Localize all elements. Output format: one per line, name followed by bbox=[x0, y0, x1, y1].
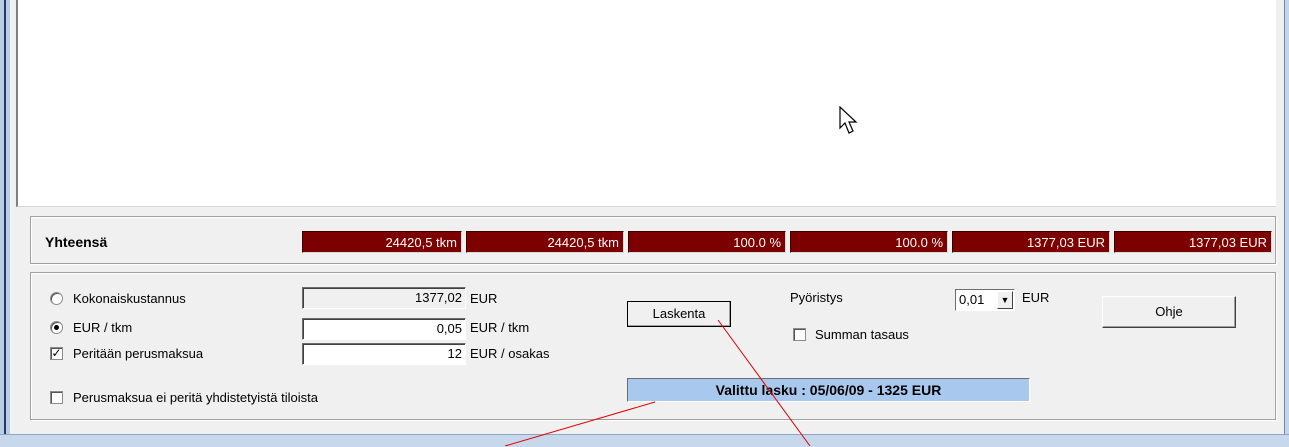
totals-label: Yhteensä bbox=[45, 234, 108, 250]
total-eur-2: 1377,03 EUR bbox=[1114, 231, 1272, 253]
total-eur-1: 1377,03 EUR bbox=[952, 231, 1110, 253]
total-tkm-1: 24420,5 tkm bbox=[302, 231, 462, 253]
ohje-button[interactable]: Ohje bbox=[1102, 296, 1236, 328]
rounding-value: 0,01 bbox=[959, 292, 985, 307]
window-right-frame bbox=[1284, 0, 1289, 446]
selected-invoice-display: Valittu lasku : 05/06/09 - 1325 EUR bbox=[627, 378, 1030, 402]
total-tkm-2: 24420,5 tkm bbox=[466, 231, 624, 253]
perusmaksu-field[interactable]: 12 bbox=[302, 343, 466, 365]
kokonaiskustannus-field[interactable]: 1377,02 bbox=[302, 287, 466, 309]
perusmaksu-label: Peritään perusmaksua bbox=[73, 346, 204, 361]
rounding-select[interactable]: 0,01 ▼ bbox=[955, 289, 1015, 311]
rounding-label: Pyöristys bbox=[790, 290, 843, 305]
eur-tkm-radio[interactable] bbox=[50, 321, 63, 334]
yhdistetyt-checkbox[interactable] bbox=[50, 391, 63, 404]
perusmaksu-checkbox[interactable]: ✓ bbox=[50, 347, 63, 360]
mouse-pointer-icon bbox=[839, 106, 858, 134]
perusmaksu-unit: EUR / osakas bbox=[470, 346, 550, 361]
rounding-unit: EUR bbox=[1022, 290, 1050, 305]
kokonaiskustannus-label: Kokonaiskustannus bbox=[73, 291, 186, 306]
kokonaiskustannus-radio[interactable] bbox=[50, 292, 63, 305]
yhdistetyt-label: Perusmaksua ei peritä yhdistetyistä tilo… bbox=[73, 390, 318, 405]
chevron-down-icon[interactable]: ▼ bbox=[997, 291, 1013, 309]
summan-tasaus-checkbox[interactable] bbox=[793, 328, 806, 341]
summan-tasaus-label: Summan tasaus bbox=[815, 327, 909, 342]
total-percent-2: 100.0 % bbox=[790, 231, 948, 253]
total-percent-1: 100.0 % bbox=[628, 231, 786, 253]
eur-tkm-unit: EUR / tkm bbox=[470, 320, 530, 335]
eur-tkm-label: EUR / tkm bbox=[73, 320, 133, 335]
kokonaiskustannus-unit: EUR bbox=[470, 291, 498, 306]
laskenta-button[interactable]: Laskenta bbox=[627, 301, 731, 327]
window-bottom-border bbox=[0, 434, 1289, 447]
eur-tkm-field[interactable]: 0,05 bbox=[302, 318, 466, 340]
empty-list-area[interactable] bbox=[16, 0, 1276, 207]
